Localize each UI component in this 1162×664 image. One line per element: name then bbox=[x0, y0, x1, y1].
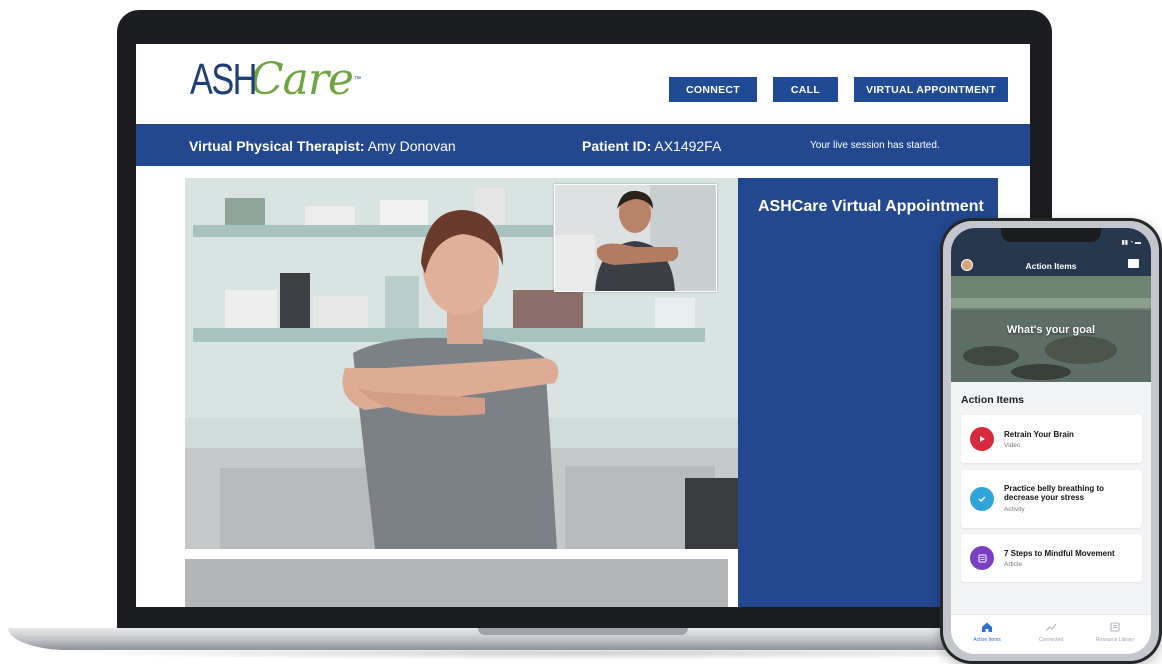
action-item-card[interactable]: 7 Steps to Mindful Movement Article bbox=[961, 534, 1142, 582]
side-panel-title: ASHCare Virtual Appointment bbox=[758, 198, 984, 215]
patient-info: Patient ID: AX1492FA bbox=[582, 138, 721, 154]
therapist-name: Amy Donovan bbox=[367, 138, 456, 154]
connect-button[interactable]: CONNECT bbox=[669, 77, 757, 102]
tab-label: Action Items bbox=[973, 637, 1001, 643]
call-button[interactable]: CALL bbox=[773, 77, 838, 102]
goal-hero-image[interactable]: What's your goal bbox=[951, 276, 1151, 382]
top-nav: CONNECT CALL VIRTUAL APPOINTMENT bbox=[669, 77, 1008, 102]
app-header: ASH Care ™ CONNECT CALL VIRTUAL APPOINTM… bbox=[136, 44, 1030, 124]
tab-connected[interactable]: Connected bbox=[1018, 621, 1084, 643]
video-controls-area bbox=[185, 559, 728, 607]
check-icon bbox=[970, 487, 994, 511]
action-item-title: Practice belly breathing to decrease you… bbox=[1004, 484, 1105, 503]
logo-trademark: ™ bbox=[353, 76, 361, 83]
tab-action-items[interactable]: Action Items bbox=[954, 621, 1020, 643]
ashcare-logo[interactable]: ASH Care ™ bbox=[190, 54, 361, 114]
phone-header-title: Action Items bbox=[1025, 261, 1077, 271]
action-item-type: Activity bbox=[1004, 506, 1025, 513]
video-divider bbox=[185, 549, 738, 559]
action-item-type: Article bbox=[1004, 561, 1023, 568]
virtual-appointment-button[interactable]: VIRTUAL APPOINTMENT bbox=[854, 77, 1008, 102]
action-item-card[interactable]: Practice belly breathing to decrease you… bbox=[961, 470, 1142, 528]
action-item-card[interactable]: Retrain Your Brain Video bbox=[961, 415, 1142, 463]
action-item-title: Retrain Your Brain bbox=[1004, 430, 1074, 439]
marketing-composite: ASH Care ™ CONNECT CALL VIRTUAL APPOINTM… bbox=[0, 0, 1162, 664]
patient-video-image bbox=[555, 185, 716, 291]
patient-id-value: AX1492FA bbox=[654, 138, 722, 154]
laptop-screen: ASH Care ™ CONNECT CALL VIRTUAL APPOINTM… bbox=[136, 44, 1030, 607]
patient-video-pip[interactable] bbox=[554, 184, 717, 292]
action-items-section: Action Items Retrain Your Brain Video Pr… bbox=[951, 382, 1151, 622]
phone-notch bbox=[1001, 228, 1101, 242]
therapist-label: Virtual Physical Therapist: bbox=[189, 138, 365, 154]
action-item-title: 7 Steps to Mindful Movement bbox=[1004, 549, 1115, 558]
chat-icon[interactable] bbox=[1128, 259, 1139, 268]
patient-id-label: Patient ID: bbox=[582, 138, 652, 154]
library-icon bbox=[1110, 622, 1120, 632]
home-icon bbox=[982, 622, 992, 632]
laptop-base-notch bbox=[478, 628, 688, 635]
goal-hero-text: What's your goal bbox=[1006, 324, 1096, 336]
article-icon bbox=[970, 546, 994, 570]
play-icon bbox=[970, 427, 994, 451]
logo-ash-text: ASH bbox=[190, 55, 257, 104]
therapist-info: Virtual Physical Therapist: Amy Donovan bbox=[189, 138, 456, 154]
phone-tab-bar: Action Items Connected Resource Library bbox=[951, 614, 1151, 654]
session-info-bar: Virtual Physical Therapist: Amy Donovan … bbox=[136, 124, 1030, 166]
session-status: Your live session has started. bbox=[810, 140, 940, 151]
logo-care-text: Care bbox=[250, 54, 354, 105]
phone-screen: What's your goal ▮▮ ◔ ▬ Action Items Act… bbox=[951, 228, 1151, 654]
action-items-heading: Action Items bbox=[961, 394, 1025, 406]
signal-wifi-battery-icon: ▮▮ ◔ ▬ bbox=[1121, 240, 1141, 246]
trend-icon bbox=[1045, 623, 1057, 632]
action-item-type: Video bbox=[1004, 442, 1021, 449]
tab-label: Connected bbox=[1038, 637, 1064, 643]
tab-resource-library[interactable]: Resource Library bbox=[1082, 621, 1148, 643]
tab-label: Resource Library bbox=[1095, 637, 1135, 643]
